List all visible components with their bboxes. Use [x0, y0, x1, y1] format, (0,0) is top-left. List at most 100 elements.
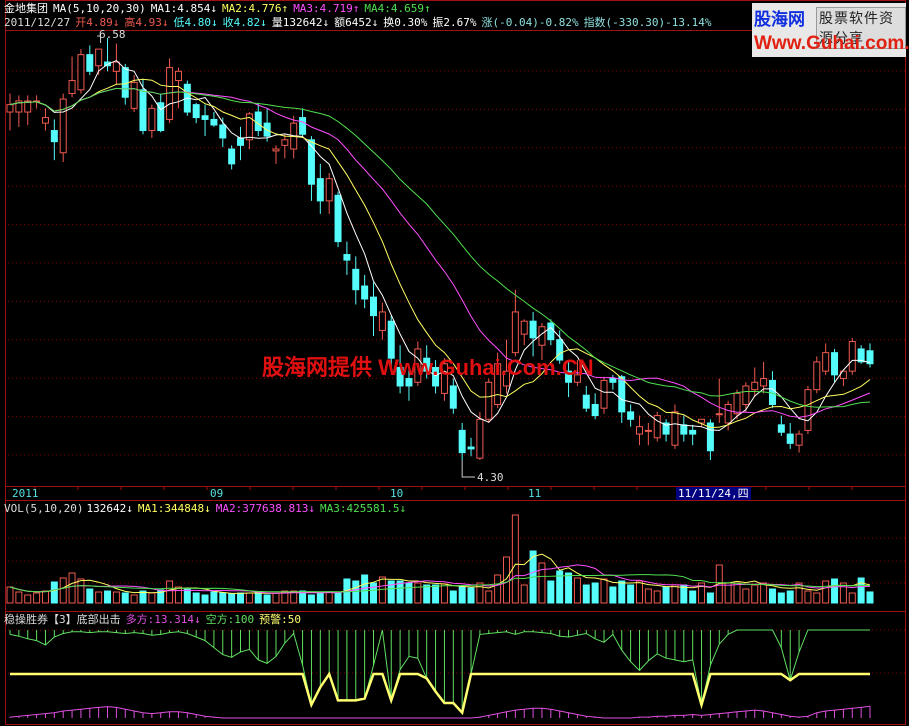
volume-bar-down [777, 592, 785, 604]
quote-date: 2011/12/27 [4, 16, 71, 29]
volume-bar-up [476, 582, 484, 604]
candle-down [529, 320, 537, 339]
candle-down [609, 378, 617, 383]
volume-bar-up [166, 580, 174, 604]
close-value: 收4.82↓ [222, 16, 267, 29]
stock-chart-window: 金地集团 MA(5,10,20,30) MA1:4.854↓ MA2:4.776↑ MA… [0, 0, 909, 726]
candle-down [228, 148, 236, 165]
candle-down [343, 254, 351, 261]
volume-bar-up [813, 592, 821, 604]
vol-label: VOL(5,10,20) [4, 502, 84, 515]
candle-up [742, 385, 750, 405]
volume-bar-up [148, 592, 156, 604]
volume-bar-up [600, 578, 608, 604]
candle-up [724, 403, 732, 424]
candle-down [689, 429, 697, 435]
volume-bar-up [760, 582, 768, 604]
ma1-value: MA1:4.854↓ [150, 2, 217, 15]
candle-up [485, 381, 493, 420]
volume-bar-down [237, 592, 245, 604]
volume-ma5-line [9, 553, 871, 594]
volume-bar-up [6, 586, 14, 604]
volume-bar-down [432, 584, 440, 604]
turnover-value: 换0.30% [383, 16, 428, 29]
watermark: 股海网提供 Www.Guhai.Com.CN [262, 355, 594, 380]
vol-ma3: MA3:425581.5↓ [320, 502, 407, 515]
volume-value: 量132642↓ [271, 16, 330, 29]
logo-brand: 股海网 [754, 10, 805, 30]
max-price-label: 6.58 [99, 28, 126, 41]
volume-bar-down [183, 588, 191, 604]
volume-bar-down [423, 584, 431, 604]
candle-up [804, 389, 812, 431]
volume-bar-down [706, 592, 714, 604]
candle-up [41, 117, 49, 124]
volume-bar-up [245, 592, 253, 604]
candle-down [210, 118, 218, 126]
volume-bar-up [511, 514, 519, 604]
candle-down [627, 411, 635, 420]
warn-line [10, 671, 870, 716]
candle-up [95, 48, 103, 67]
candle-down [361, 285, 369, 300]
volume-bar-down [316, 592, 324, 604]
volume-bar-up [414, 582, 422, 604]
volume-bar-down [591, 582, 599, 604]
volume-bar-down [786, 590, 794, 604]
volume-bar-up [804, 590, 812, 604]
volume-bar-up [325, 591, 333, 604]
candle-up [272, 148, 280, 152]
candle-down [201, 115, 209, 120]
volume-bar-down [866, 591, 874, 604]
candle-up [59, 98, 67, 154]
volume-bar-up [95, 591, 103, 604]
volume-bar-down [192, 592, 200, 604]
candle-up [848, 341, 856, 372]
volume-bar-up [485, 590, 493, 604]
vol-ma1: MA1:344848↓ [137, 502, 211, 515]
candle-up [795, 433, 803, 446]
guhai-logo[interactable]: 股海网 股票软件资源分享 Www.Guhai.com.cn [752, 3, 909, 57]
volume-bar-down [467, 587, 475, 604]
candle-down [831, 352, 839, 376]
volume-bar-up [272, 592, 280, 604]
volume-bar-down [307, 594, 315, 604]
candle-down [352, 268, 360, 291]
candle-up [148, 107, 156, 132]
candle-up [378, 311, 386, 331]
candle-down [786, 433, 794, 444]
candle-up [6, 104, 14, 113]
candle-down [547, 322, 555, 341]
volume-bar-down [104, 590, 112, 604]
candle-down [680, 424, 688, 435]
stock-name: 金地集团 [4, 2, 48, 15]
volume-header: VOL(5,10,20) 132642↓ MA1:344848↓ MA2:377638… [4, 502, 411, 515]
volume-bar-down [449, 590, 457, 604]
volume-bar-up [59, 577, 67, 604]
candle-down [237, 137, 245, 146]
candle-up [644, 429, 652, 432]
volume-bar-up [839, 582, 847, 604]
volume-bar-up [112, 591, 120, 604]
candle-up [325, 178, 333, 202]
candle-down [86, 54, 94, 72]
volume-bar-down [547, 580, 555, 604]
volume-bar-up [724, 582, 732, 604]
volume-bar-down [370, 582, 378, 604]
volume-bar-down [228, 593, 236, 604]
volume-bar-down [857, 577, 865, 604]
volume-bar-down [201, 594, 209, 604]
candle-down [299, 117, 307, 135]
candle-down [219, 124, 227, 139]
volume-bar-up [520, 584, 528, 604]
high-value: 高4.93↓ [124, 16, 169, 29]
candle-down [121, 67, 129, 98]
volume-bar-up [848, 592, 856, 604]
volume-ma10-line [9, 564, 871, 594]
volume-bar-up [751, 584, 759, 604]
candle-up [476, 418, 484, 459]
candle-down [591, 403, 599, 417]
volume-bar-down [565, 572, 573, 604]
candle-up [281, 139, 289, 146]
candle-down [192, 104, 200, 119]
